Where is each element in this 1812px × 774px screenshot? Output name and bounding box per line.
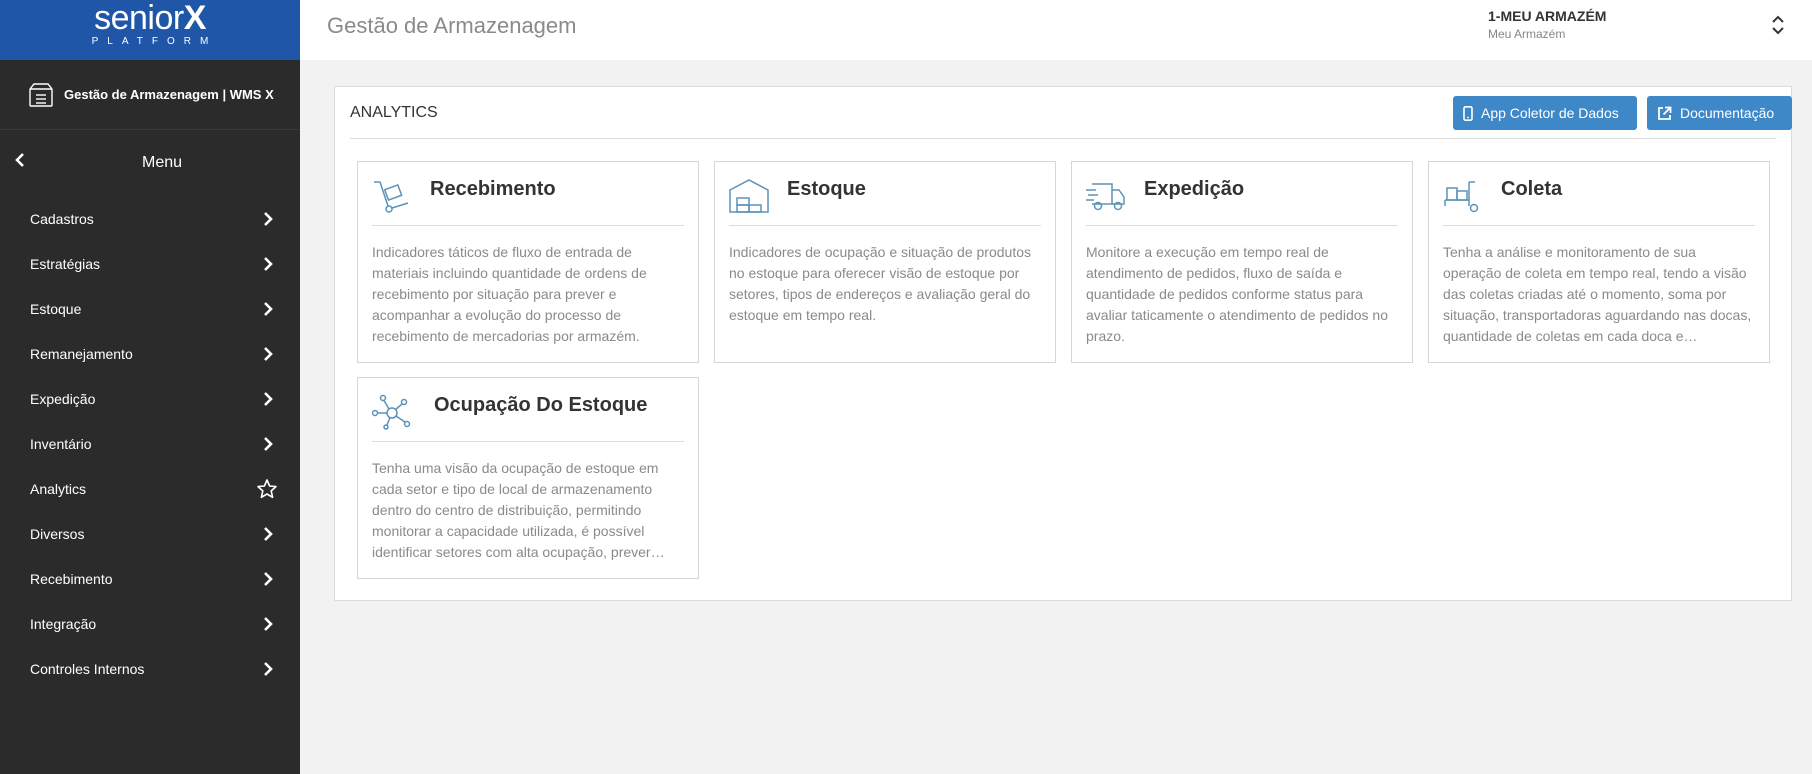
divider [1086,225,1398,226]
warehouse-selector[interactable]: 1-MEU ARMAZÉM Meu Armazém [1488,8,1606,41]
sidebar: seniorX PLATFORM Gestão de Armazenagem |… [0,0,300,774]
sidebar-item-integracao[interactable]: Integração [0,601,300,646]
app-coletor-button[interactable]: App Coletor de Dados [1453,96,1637,130]
external-link-icon [1658,106,1672,120]
sidebar-item-diversos[interactable]: Diversos [0,511,300,556]
divider [372,441,684,442]
panel-title: ANALYTICS [350,104,438,121]
chevron-right-icon [264,661,273,676]
chevron-up-down-icon[interactable] [1770,12,1786,38]
card-recebimento[interactable]: Recebimento Indicadores táticos de fluxo… [357,161,699,363]
sidebar-item-remanejamento[interactable]: Remanejamento [0,331,300,376]
brand-name: senior [94,0,184,37]
sidebar-item-label: Analytics [30,480,87,497]
sidebar-item-estrategias[interactable]: Estratégias [0,241,300,286]
card-expedicao[interactable]: Expedição Monitore a execução em tempo r… [1071,161,1413,363]
card-coleta[interactable]: Coleta Tenha a análise e monitoramento d… [1428,161,1770,363]
documentacao-button[interactable]: Documentação [1647,96,1792,130]
menu-list: Cadastros Estratégias Estoque Remanejamento… [0,196,300,691]
card-title: Expedição [1144,178,1245,200]
card-title: Ocupação Do Estoque [434,394,648,416]
analytics-panel: ANALYTICS App Coletor de Dados Documenta… [334,86,1792,601]
divider [729,225,1041,226]
warehouse-box-icon [29,82,53,107]
card-title: Coleta [1501,178,1563,200]
hand-truck-icon [374,181,409,213]
card-description: Monitore a execução em tempo real de ate… [1086,244,1388,344]
star-icon[interactable] [256,478,278,500]
sidebar-item-expedicao[interactable]: Expedição [0,376,300,421]
cart-boxes-icon [1444,181,1479,213]
sidebar-item-label: Expedição [30,390,96,407]
menu-header: Menu [0,130,300,196]
sidebar-item-label: Estoque [30,300,82,317]
chevron-right-icon [264,346,273,361]
sidebar-item-recebimento[interactable]: Recebimento [0,556,300,601]
chevron-right-icon [264,571,273,586]
chevron-right-icon [264,211,273,226]
sidebar-item-inventario[interactable]: Inventário [0,421,300,466]
sidebar-item-label: Recebimento [30,570,113,587]
chevron-right-icon [264,256,273,271]
mobile-phone-icon [1463,105,1473,121]
card-description: Indicadores táticos de fluxo de entrada … [372,244,647,344]
warehouse-subtitle: Meu Armazém [1488,27,1566,41]
card-description: Tenha uma visão da ocupação de estoque e… [372,460,665,560]
chevron-right-icon [264,301,273,316]
card-description: Indicadores de ocupação e situação de pr… [729,244,1031,323]
sidebar-item-controles-internos[interactable]: Controles Internos [0,646,300,691]
card-estoque[interactable]: Estoque Indicadores de ocupação e situaç… [714,161,1056,363]
chevron-right-icon [264,616,273,631]
divider [1443,225,1755,226]
sidebar-item-label: Remanejamento [30,345,133,362]
module-header: Gestão de Armazenagem | WMS X [0,60,300,130]
page-title: Gestão de Armazenagem [327,13,577,38]
sidebar-item-estoque[interactable]: Estoque [0,286,300,331]
card-title: Recebimento [430,178,556,200]
sidebar-item-label: Controles Internos [30,660,145,677]
app-coletor-label: App Coletor de Dados [1481,105,1619,121]
senior-x-logo[interactable]: seniorX PLATFORM [0,0,300,60]
sidebar-item-cadastros[interactable]: Cadastros [0,196,300,241]
card-ocupacao-estoque[interactable]: Ocupação Do Estoque Tenha uma visão da o… [357,377,699,579]
chevron-right-icon [264,526,273,541]
card-title: Estoque [787,178,866,200]
panel-header: ANALYTICS App Coletor de Dados Documenta… [350,87,1792,139]
top-header: Gestão de Armazenagem 1-MEU ARMAZÉM Meu … [300,0,1812,60]
brand-x: X [183,0,207,37]
sidebar-item-analytics[interactable]: Analytics [0,466,300,511]
brand-platform: PLATFORM [91,36,218,47]
sidebar-item-label: Cadastros [30,210,94,227]
chevron-right-icon [264,436,273,451]
sidebar-item-label: Integração [30,615,97,632]
divider [372,225,684,226]
card-description: Tenha a análise e monitoramento de sua o… [1443,244,1752,344]
warehouse-icon [729,179,769,213]
sidebar-item-label: Diversos [30,525,85,542]
warehouse-name: 1-MEU ARMAZÉM [1488,8,1607,24]
chevron-left-icon[interactable] [14,153,26,167]
module-title: Gestão de Armazenagem | WMS X [64,87,274,102]
sidebar-item-label: Inventário [30,435,92,452]
menu-title: Menu [141,154,183,171]
delivery-truck-icon [1086,183,1125,211]
sidebar-item-label: Estratégias [30,255,101,272]
chevron-right-icon [264,391,273,406]
network-nodes-icon [372,394,411,430]
documentacao-label: Documentação [1680,105,1775,121]
